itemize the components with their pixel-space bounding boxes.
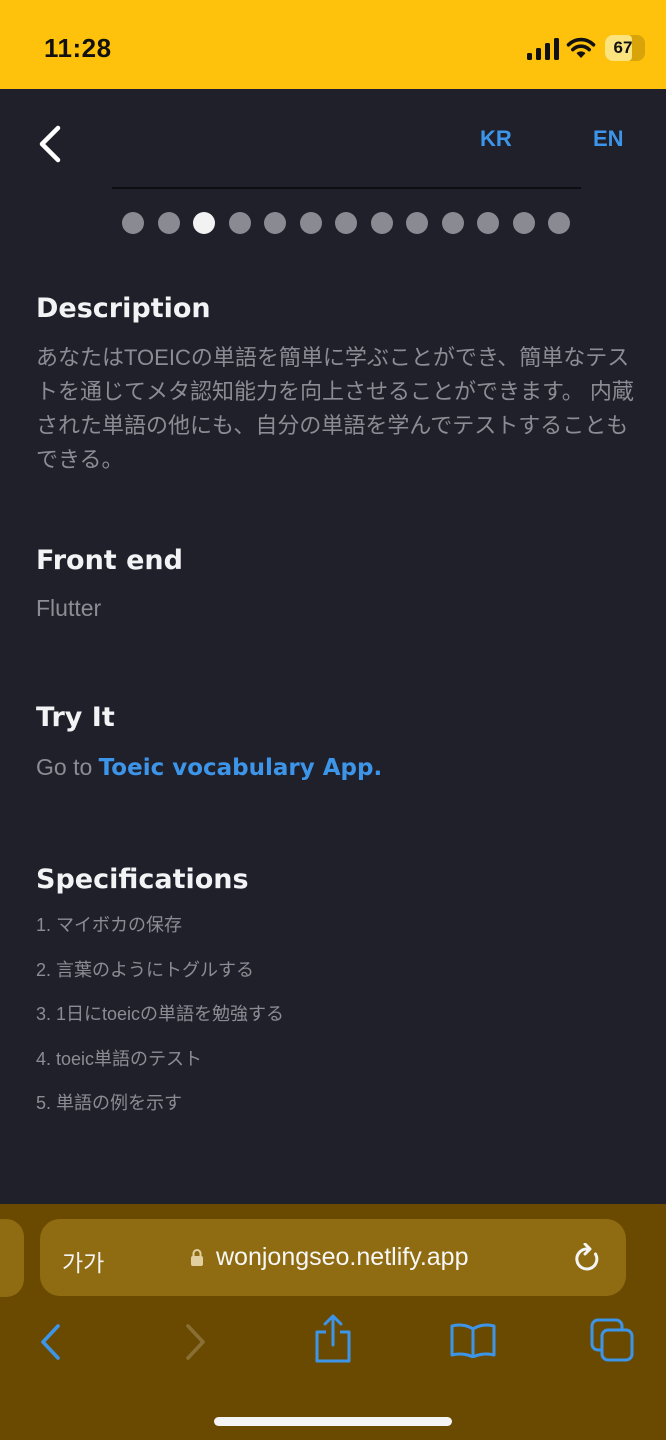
pagination-dot[interactable]	[477, 212, 499, 234]
chevron-left-icon[interactable]	[36, 124, 64, 164]
previous-tab-peek[interactable]	[0, 1219, 24, 1297]
toeic-app-link[interactable]: Toeic vocabulary App.	[99, 755, 383, 781]
specifications-list: 1. マイボカの保存 2. 言葉のようにトグルする 3. 1日にtoeicの単語…	[36, 912, 284, 1135]
address-bar[interactable]: 가가 wonjongseo.netlify.app	[40, 1219, 626, 1296]
home-indicator[interactable]	[214, 1417, 452, 1426]
share-icon[interactable]	[313, 1314, 353, 1364]
text-size-button[interactable]: 가가	[62, 1244, 104, 1278]
try-it-heading: Try It	[36, 702, 115, 733]
pagination-dot[interactable]	[548, 212, 570, 234]
language-kr-button[interactable]: KR	[480, 126, 512, 152]
wifi-icon	[566, 37, 596, 58]
spec-item: 2. 言葉のようにトグルする	[36, 959, 255, 980]
language-en-button[interactable]: EN	[593, 126, 624, 152]
pagination-dot[interactable]	[406, 212, 428, 234]
description-text: あなたはTOEICの単語を簡単に学ぶことができ、簡単なテストを通じてメタ認知能力…	[36, 345, 634, 472]
pagination-dot[interactable]	[335, 212, 357, 234]
cellular-signal-icon	[527, 38, 559, 60]
pagination-dot[interactable]	[441, 212, 464, 234]
try-it-prefix: Go to	[36, 754, 93, 780]
header-divider	[112, 187, 581, 189]
pagination-dot-active[interactable]	[193, 212, 215, 234]
spec-item: 1. マイボカの保存	[36, 915, 183, 935]
url-text: wonjongseo.netlify.app	[216, 1243, 469, 1271]
status-time: 11:28	[44, 33, 112, 63]
battery-percentage: 67	[613, 38, 633, 57]
pagination-dot[interactable]	[264, 212, 286, 234]
spec-item: 4. toeic単語のテスト	[36, 1048, 203, 1069]
status-bar: 11:28 67	[0, 0, 666, 89]
lock-icon	[191, 1249, 203, 1266]
try-it-line: Go to Toeic vocabulary App.	[36, 754, 382, 781]
battery-tip	[641, 44, 645, 53]
pagination-dot[interactable]	[370, 212, 393, 234]
pagination-dot[interactable]	[512, 212, 535, 234]
pagination-dot[interactable]	[299, 212, 322, 234]
pagination-dots	[122, 212, 572, 234]
reload-icon[interactable]	[573, 1243, 601, 1273]
pagination-dot[interactable]	[228, 212, 251, 234]
battery-icon: 67	[605, 35, 645, 61]
back-arrow-icon[interactable]	[38, 1322, 64, 1362]
forward-arrow-icon	[186, 1324, 205, 1360]
front-end-heading: Front end	[36, 545, 183, 576]
pagination-dot[interactable]	[122, 212, 144, 234]
pagination-dot[interactable]	[157, 212, 180, 234]
spec-item: 3. 1日にtoeicの単語を勉強する	[36, 1004, 285, 1024]
tabs-icon[interactable]	[590, 1318, 634, 1362]
description-heading: Description	[36, 293, 211, 324]
specifications-heading: Specifications	[36, 864, 249, 895]
browser-toolbar: 가가 wonjongseo.netlify.app	[0, 1204, 666, 1440]
front-end-value: Flutter	[36, 595, 102, 621]
spec-item: 5. 単語の例を示す	[36, 1093, 183, 1113]
bookmarks-icon[interactable]	[450, 1322, 496, 1358]
